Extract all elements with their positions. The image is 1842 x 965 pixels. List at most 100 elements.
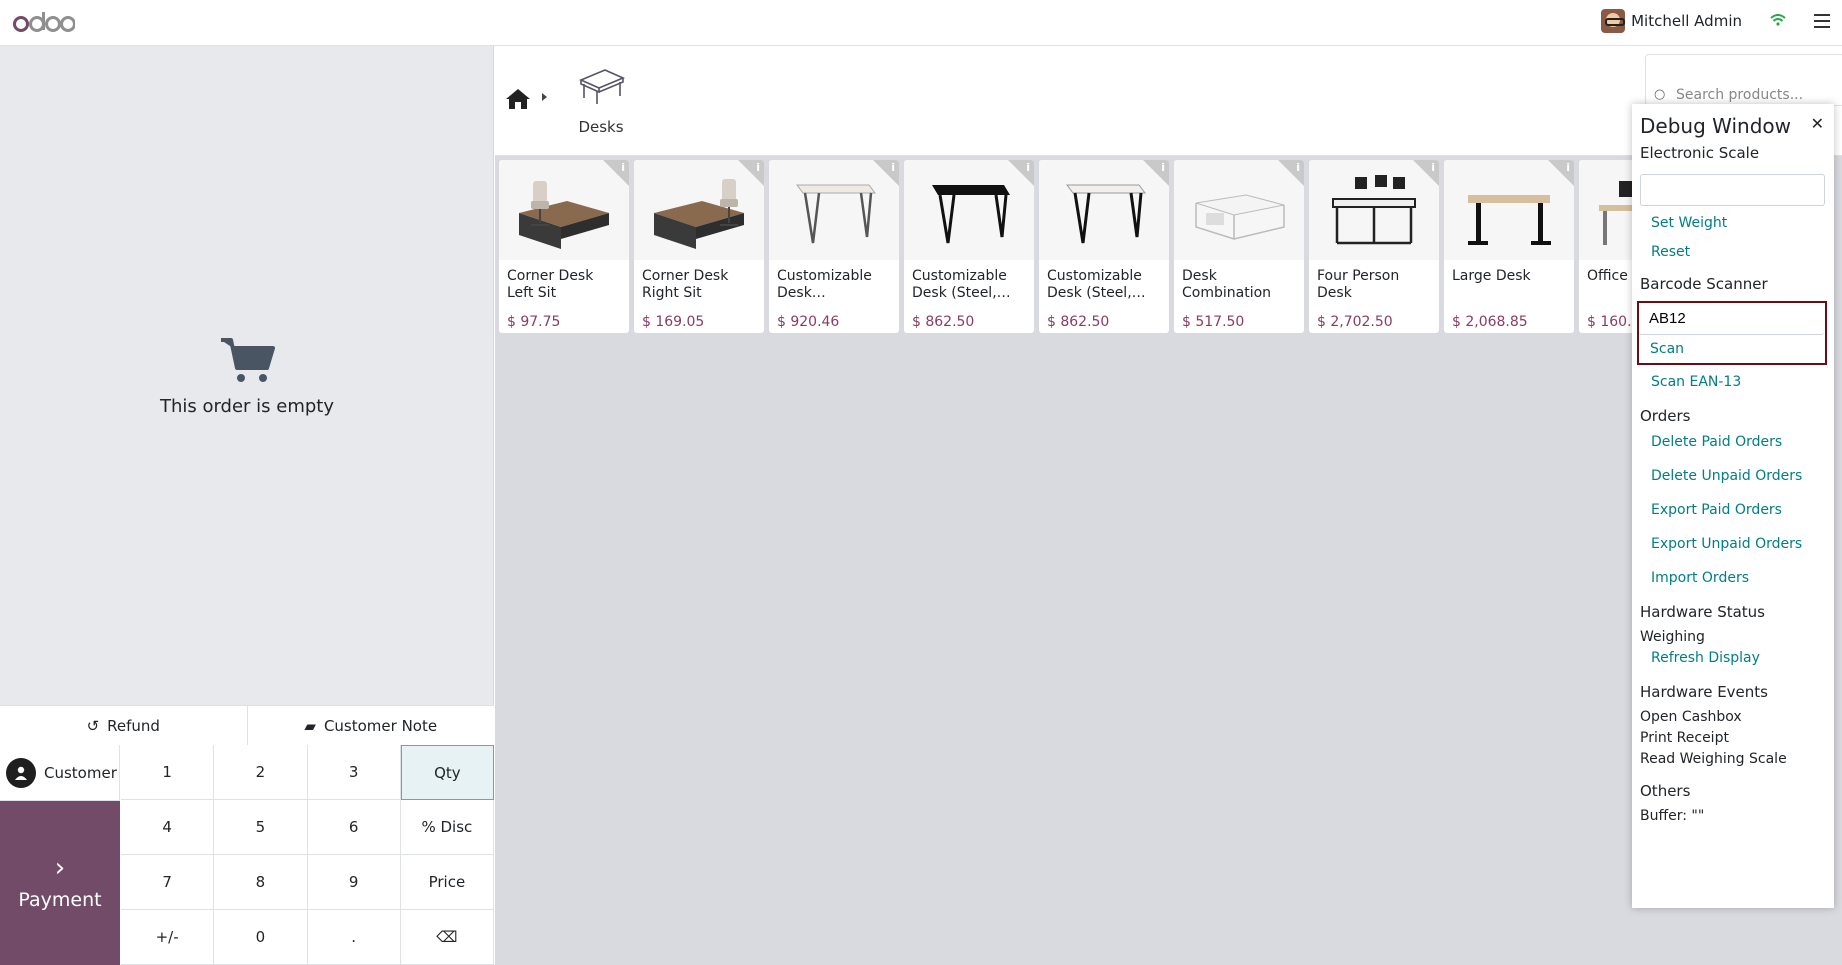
odoo-logo[interactable] — [13, 8, 75, 36]
product-name: Corner Desk Right Sit — [642, 268, 729, 301]
product-card[interactable]: i Corner Desk Left Sit $ 97.75 — [499, 160, 629, 333]
user-menu[interactable]: Mitchell Admin — [1601, 9, 1742, 33]
product-card[interactable]: i Customizable Desk (Steel,… $ 862.50 — [904, 160, 1034, 333]
product-price: $ 920.46 — [777, 314, 840, 330]
export-unpaid-orders-button[interactable]: Export Unpaid Orders — [1640, 527, 1826, 561]
info-icon: i — [891, 161, 895, 174]
cart-icon — [219, 336, 275, 384]
numpad-key-8[interactable]: 8 — [214, 855, 308, 910]
product-card[interactable]: i Four Person Desk $ 2,702.50 — [1309, 160, 1439, 333]
event-read-weighing-scale: Read Weighing Scale — [1640, 751, 1787, 767]
customer-label: Customer — [44, 763, 117, 782]
product-name: Customizable Desk (Steel,… — [912, 268, 1011, 301]
numpad-key-0[interactable]: 0 — [214, 910, 308, 965]
refresh-display-button[interactable]: Refresh Display — [1640, 648, 1826, 675]
numpad-key-decimal[interactable]: . — [307, 910, 401, 965]
undo-icon: ↺ — [86, 716, 100, 735]
empty-order-message: This order is empty — [159, 396, 335, 417]
product-name: Large Desk — [1452, 268, 1531, 284]
export-paid-orders-button[interactable]: Export Paid Orders — [1640, 493, 1826, 527]
search-icon: ○ — [1654, 87, 1666, 102]
search-placeholder: Search products... — [1676, 87, 1804, 103]
order-controls: ↺ Refund ▰ Customer Note — [0, 705, 494, 745]
info-corner[interactable] — [738, 160, 764, 186]
refund-label: Refund — [107, 716, 160, 735]
info-corner[interactable] — [1008, 160, 1034, 186]
info-corner[interactable] — [1278, 160, 1304, 186]
numpad-mode-price[interactable]: Price — [400, 855, 494, 910]
barcode-input[interactable] — [1639, 303, 1824, 335]
info-corner[interactable] — [1413, 160, 1439, 186]
caret-right-icon — [542, 93, 547, 101]
numpad-backspace[interactable]: ⌫ — [400, 910, 494, 965]
product-card[interactable]: i Large Desk $ 2,068.85 — [1444, 160, 1574, 333]
payment-label: Payment — [18, 889, 102, 911]
category-desks[interactable]: Desks — [575, 64, 627, 136]
numpad-key-2[interactable]: 2 — [214, 745, 308, 800]
numpad-key-7[interactable]: 7 — [121, 855, 215, 910]
customer-button[interactable]: Customer — [0, 745, 120, 801]
others-heading: Others — [1640, 782, 1691, 800]
product-price: $ 2,702.50 — [1317, 314, 1393, 330]
chevron-right-icon: › — [54, 853, 66, 883]
scan-ean13-button[interactable]: Scan EAN-13 — [1640, 365, 1826, 399]
product-card[interactable]: i Desk Combination $ 517.50 — [1174, 160, 1304, 333]
user-name: Mitchell Admin — [1631, 12, 1742, 30]
product-price: $ 169.05 — [642, 314, 705, 330]
product-price: $ 97.75 — [507, 314, 561, 330]
note-icon: ▰ — [304, 716, 316, 735]
barcode-scanner-heading: Barcode Scanner — [1640, 275, 1768, 293]
hamburger-menu-icon[interactable] — [1814, 14, 1830, 32]
debug-window: ✕ Debug Window Electronic Scale Set Weig… — [1632, 104, 1834, 908]
user-icon — [6, 757, 36, 788]
numpad-mode-qty[interactable]: Qty — [400, 745, 494, 800]
product-card[interactable]: i Corner Desk Right Sit $ 169.05 — [634, 160, 764, 333]
set-weight-button[interactable]: Set Weight — [1640, 206, 1826, 240]
category-label: Desks — [578, 118, 624, 136]
numpad-key-1[interactable]: 1 — [121, 745, 215, 800]
product-name: Four Person Desk — [1317, 268, 1400, 301]
numpad-key-sign[interactable]: +/- — [121, 910, 215, 965]
numpad-key-9[interactable]: 9 — [307, 855, 401, 910]
home-icon[interactable] — [505, 88, 531, 114]
product-card[interactable]: i Customizable Desk… $ 920.46 — [769, 160, 899, 333]
close-icon[interactable]: ✕ — [1811, 114, 1824, 133]
wifi-icon[interactable] — [1770, 12, 1786, 30]
numpad-key-4[interactable]: 4 — [121, 800, 215, 855]
hardware-events-heading: Hardware Events — [1640, 683, 1768, 701]
delete-paid-orders-button[interactable]: Delete Paid Orders — [1640, 425, 1826, 459]
info-icon: i — [1296, 161, 1300, 174]
product-price: $ 517.50 — [1182, 314, 1245, 330]
numpad-key-5[interactable]: 5 — [214, 800, 308, 855]
product-card[interactable]: i Customizable Desk (Steel,… $ 862.50 — [1039, 160, 1169, 333]
avatar — [1601, 9, 1626, 33]
info-corner[interactable] — [1143, 160, 1169, 186]
numpad: 1 2 3 Qty 4 5 6 % Disc 7 8 9 Price +/- 0… — [121, 745, 494, 965]
reset-button[interactable]: Reset — [1640, 240, 1826, 269]
customer-note-button[interactable]: ▰ Customer Note — [248, 706, 495, 745]
buffer-value: Buffer: "" — [1640, 808, 1705, 824]
numpad-mode-discount[interactable]: % Disc — [400, 800, 494, 855]
debug-window-title: Debug Window — [1640, 114, 1791, 138]
order-pane: This order is empty ↺ Refund ▰ Customer … — [0, 46, 494, 965]
search-products[interactable]: ○ Search products... — [1645, 54, 1842, 106]
event-print-receipt: Print Receipt — [1640, 730, 1729, 746]
product-name: Customizable Desk (Steel,… — [1047, 268, 1146, 301]
numpad-key-6[interactable]: 6 — [307, 800, 401, 855]
empty-order: This order is empty — [0, 336, 494, 417]
info-corner[interactable] — [1548, 160, 1574, 186]
weight-input[interactable] — [1640, 174, 1825, 206]
import-orders-button[interactable]: Import Orders — [1640, 561, 1826, 595]
info-corner[interactable] — [603, 160, 629, 186]
info-icon: i — [621, 161, 625, 174]
weighing-status: Weighing — [1640, 629, 1705, 645]
product-name: Corner Desk Left Sit — [507, 268, 594, 301]
refund-button[interactable]: ↺ Refund — [0, 706, 248, 745]
info-icon: i — [1026, 161, 1030, 174]
delete-unpaid-orders-button[interactable]: Delete Unpaid Orders — [1640, 459, 1826, 493]
numpad-key-3[interactable]: 3 — [307, 745, 401, 800]
info-corner[interactable] — [873, 160, 899, 186]
electronic-scale-heading: Electronic Scale — [1640, 144, 1760, 162]
scan-button[interactable]: Scan — [1639, 335, 1825, 363]
payment-button[interactable]: › Payment — [0, 801, 120, 965]
